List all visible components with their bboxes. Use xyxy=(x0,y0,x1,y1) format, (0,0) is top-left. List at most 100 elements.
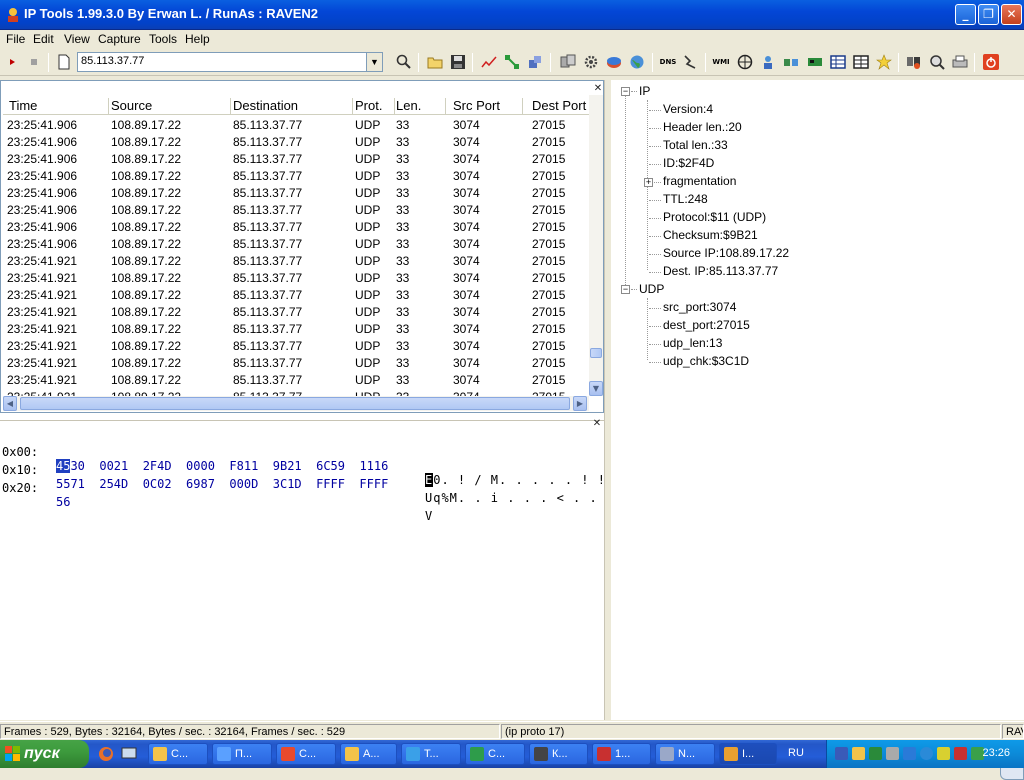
hex-bytes[interactable]: 56 xyxy=(56,495,70,509)
table-row[interactable]: 23:25:41.921108.89.17.2285.113.37.77UDP3… xyxy=(3,354,589,371)
table-row[interactable]: 23:25:41.906 108.89.17.22 85.113.37.77 UDP 3… xyxy=(3,133,589,150)
language-indicator[interactable]: RU xyxy=(788,747,804,759)
taskbar-task[interactable]: С... xyxy=(465,743,525,765)
pane-splitter[interactable] xyxy=(604,80,611,720)
firefox-quicklaunch[interactable] xyxy=(98,746,114,765)
globe-button[interactable] xyxy=(627,52,647,72)
tray-network-icon[interactable] xyxy=(835,747,848,760)
table-row[interactable]: 23:25:41.921108.89.17.2285.113.37.77UDP3… xyxy=(3,286,589,303)
print-button[interactable] xyxy=(950,52,970,72)
ascii-selected-char[interactable]: E xyxy=(425,473,434,487)
table-row[interactable]: 23:25:41.921108.89.17.2285.113.37.77UDP3… xyxy=(3,252,589,269)
tray-globe-icon[interactable] xyxy=(920,747,933,760)
disk-button[interactable] xyxy=(604,52,624,72)
tree-item[interactable]: Source IP:108.89.17.22 xyxy=(663,246,789,260)
taskbar-task[interactable]: 1... xyxy=(592,743,651,765)
minimize-button[interactable]: _ xyxy=(955,4,976,25)
open-button[interactable] xyxy=(425,52,445,72)
start-button[interactable]: пуск xyxy=(0,740,89,768)
hex-ascii[interactable]: V xyxy=(425,509,433,523)
tree-node-udp[interactable]: UDP xyxy=(639,282,664,296)
col-length[interactable]: Len. xyxy=(396,98,446,114)
save-button[interactable] xyxy=(448,52,468,72)
tree-item[interactable]: dest_port:27015 xyxy=(663,318,750,332)
taskbar-task[interactable]: К... xyxy=(529,743,588,765)
table-row[interactable]: 23:25:41.906 108.89.17.22 85.113.37.77 UDP 3… xyxy=(3,235,589,252)
taskbar-task[interactable]: С... xyxy=(276,743,336,765)
tree-node-ip[interactable]: IP xyxy=(639,84,650,98)
horizontal-scrollbar[interactable]: ◀ ▶ xyxy=(3,396,589,411)
tree-item[interactable]: Protocol:$11 (UDP) xyxy=(663,210,766,224)
target-button[interactable] xyxy=(735,52,755,72)
col-src-port[interactable]: Src Port xyxy=(453,98,523,114)
stop-capture-button[interactable] xyxy=(24,52,44,72)
tree-item[interactable]: Total len.:33 xyxy=(663,138,728,152)
taskbar-task[interactable]: А... xyxy=(340,743,397,765)
table-row[interactable]: 23:25:41.906 108.89.17.22 85.113.37.77 UDP 3… xyxy=(3,201,589,218)
taskbar-task[interactable]: П... xyxy=(212,743,272,765)
horizontal-scroll-thumb[interactable] xyxy=(20,397,570,410)
menu-edit[interactable]: Edit xyxy=(33,32,54,46)
taskbar-task[interactable]: С... xyxy=(148,743,208,765)
close-hex-panel-icon[interactable]: ✕ xyxy=(592,419,602,429)
tree-item[interactable]: ID:$2F4D xyxy=(663,156,714,170)
clock[interactable]: 23:26 xyxy=(982,747,1010,759)
tree-item[interactable]: fragmentation xyxy=(663,174,736,188)
wmi-button[interactable]: WMI xyxy=(711,52,731,72)
dns-button[interactable]: DNS xyxy=(658,52,678,72)
taskbar-task[interactable]: N... xyxy=(655,743,715,765)
menu-file[interactable]: File xyxy=(6,32,25,46)
start-capture-button[interactable] xyxy=(2,52,22,72)
tree-item[interactable]: Checksum:$9B21 xyxy=(663,228,758,242)
menu-capture[interactable]: Capture xyxy=(98,32,141,46)
transfer-button[interactable] xyxy=(781,52,801,72)
tree-item[interactable]: TTL:248 xyxy=(663,192,708,206)
table-row[interactable]: 23:25:41.921108.89.17.2285.113.37.77UDP3… xyxy=(3,388,589,396)
collapse-udp-icon[interactable]: − xyxy=(621,285,630,294)
hex-selected-byte[interactable]: 45 xyxy=(56,459,71,473)
table-button[interactable] xyxy=(828,52,848,72)
taskbar-task[interactable]: I... xyxy=(719,743,777,765)
scroll-right-button[interactable]: ▶ xyxy=(573,396,587,411)
collapse-ip-icon[interactable]: − xyxy=(621,87,630,96)
computers-button[interactable] xyxy=(558,52,578,72)
tree-item[interactable]: Header len.:20 xyxy=(663,120,742,134)
table-row[interactable]: 23:25:41.906 108.89.17.22 85.113.37.77 UDP 3… xyxy=(3,184,589,201)
table-row[interactable]: 23:25:41.921108.89.17.2285.113.37.77UDP3… xyxy=(3,337,589,354)
tray-speaker-icon[interactable] xyxy=(886,747,899,760)
power-button[interactable] xyxy=(981,52,1001,72)
taskbar-task[interactable]: Т... xyxy=(401,743,461,765)
col-destination[interactable]: Destination xyxy=(233,98,353,114)
table-row[interactable]: 23:25:41.906 108.89.17.22 85.113.37.77 UDP 3… xyxy=(3,167,589,184)
tree-item[interactable]: src_port:3074 xyxy=(663,300,736,314)
address-combo[interactable]: 85.113.37.77 ▼ xyxy=(77,52,383,72)
hex-bytes[interactable]: 4530 0021 2F4D 0000 F811 9B21 6C59 1116 xyxy=(56,459,388,473)
scroll-left-button[interactable]: ◀ xyxy=(3,396,17,411)
close-panel-icon[interactable]: ✕ xyxy=(593,84,603,94)
trace-button[interactable] xyxy=(681,52,701,72)
tray-app-icon[interactable] xyxy=(852,747,865,760)
vertical-scroll-thumb[interactable] xyxy=(590,348,602,358)
new-button[interactable] xyxy=(54,52,74,72)
tray-sun-icon[interactable] xyxy=(937,747,950,760)
menu-help[interactable]: Help xyxy=(185,32,210,46)
inspect-button[interactable] xyxy=(927,52,947,72)
table-row[interactable]: 23:25:41.906 108.89.17.22 85.113.37.77 UDP 3… xyxy=(3,150,589,167)
user-button[interactable] xyxy=(758,52,778,72)
tray-update-icon[interactable] xyxy=(903,747,916,760)
scan-button[interactable] xyxy=(904,52,924,72)
tree-item[interactable]: Dest. IP:85.113.37.77 xyxy=(663,264,778,278)
table-row[interactable]: 23:25:41.921108.89.17.2285.113.37.77UDP3… xyxy=(3,371,589,388)
desktop-quicklaunch[interactable] xyxy=(121,746,137,765)
favorites-button[interactable] xyxy=(874,52,894,72)
chevron-down-icon[interactable]: ▼ xyxy=(366,53,382,71)
col-source[interactable]: Source xyxy=(111,98,231,114)
table-row[interactable]: 23:25:41.921108.89.17.2285.113.37.77UDP3… xyxy=(3,320,589,337)
search-button[interactable] xyxy=(394,52,414,72)
tree-item[interactable]: udp_len:13 xyxy=(663,336,722,350)
menu-tools[interactable]: Tools xyxy=(149,32,177,46)
scroll-down-button[interactable]: ▼ xyxy=(589,381,603,396)
tray-antivirus-icon[interactable] xyxy=(954,747,967,760)
table-row[interactable]: 23:25:41.921108.89.17.2285.113.37.77UDP3… xyxy=(3,269,589,286)
tree-item[interactable]: Version:4 xyxy=(663,102,713,116)
